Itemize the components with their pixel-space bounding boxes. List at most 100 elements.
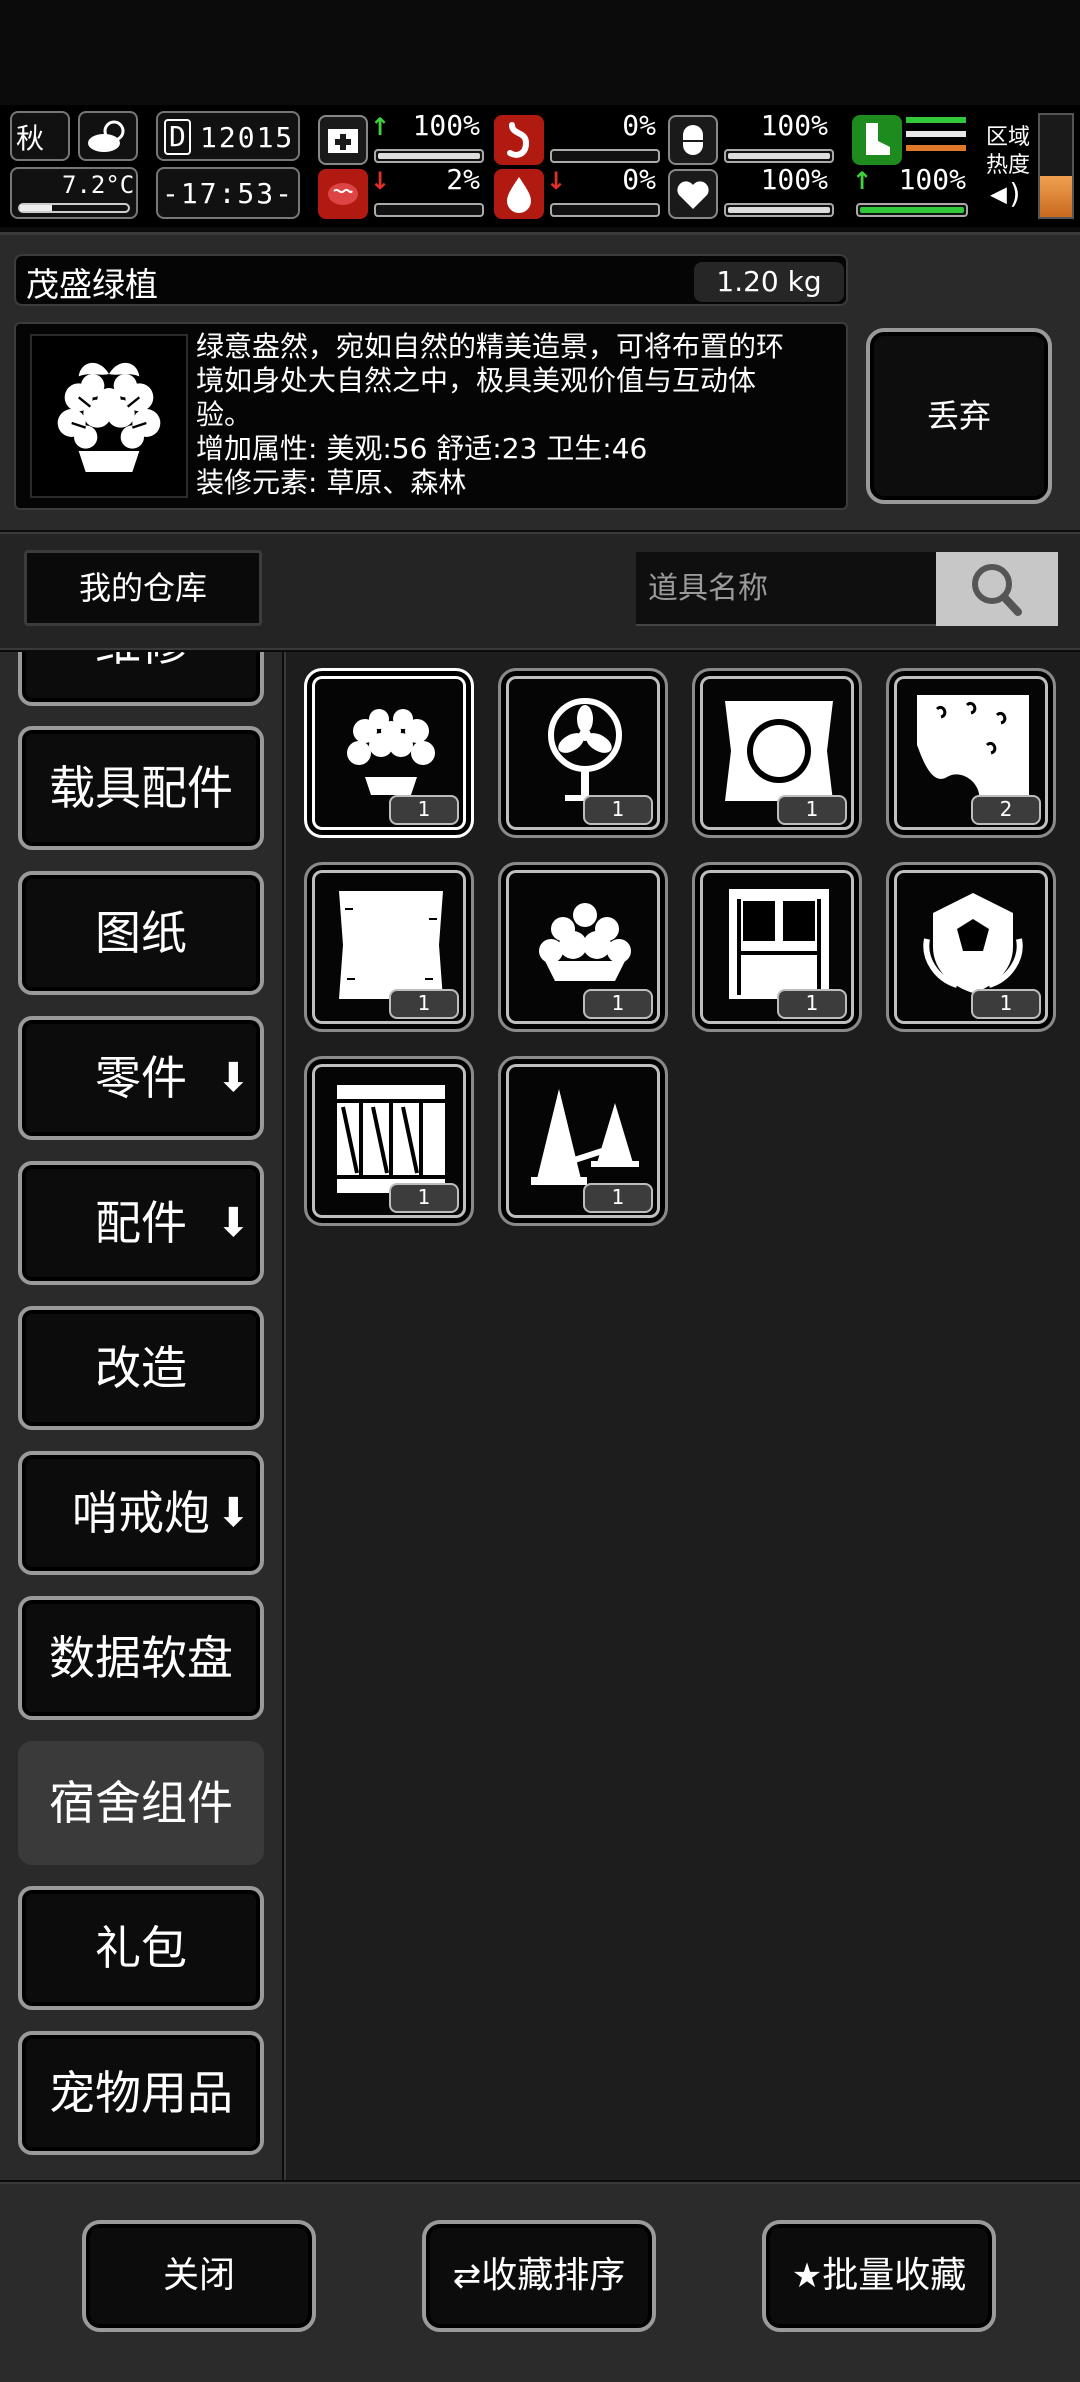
category-label: 哨戒炮: [72, 1486, 210, 1540]
stat-health-bar: [374, 149, 484, 163]
inventory-grid: 1 1 1 2 1 1 1 1 1 1: [284, 652, 1080, 2180]
close-button[interactable]: 关闭: [82, 2220, 316, 2332]
category-label: 配件: [95, 1196, 187, 1250]
category-vehicle-parts[interactable]: 载具配件: [18, 726, 264, 850]
inventory-slot[interactable]: 1: [498, 862, 668, 1032]
item-quantity: 1: [389, 1183, 459, 1213]
item-description-line: 境如身处大自然之中，极具美观价值与互动体: [196, 364, 757, 397]
category-repair[interactable]: 维修: [18, 652, 264, 706]
category-dorm-components[interactable]: 宿舍组件: [18, 1741, 264, 1865]
stat-mental-value: 2%: [446, 163, 480, 196]
item-description: 绿意盎然，宛如自然的精美造景，可将布置的环 境如身处大自然之中，极具美观价值与互…: [196, 330, 836, 500]
category-label: 维修: [95, 652, 187, 671]
category-label: 零件: [95, 1051, 187, 1105]
arrow-down-icon: ⬇: [216, 1490, 250, 1536]
category-accessories[interactable]: 配件 ⬇: [18, 1161, 264, 1285]
item-search-input[interactable]: [636, 552, 936, 626]
close-label: 关闭: [162, 2255, 235, 2296]
inventory-slot[interactable]: 1: [498, 1056, 668, 1226]
stat-mental-bar: [374, 203, 484, 217]
item-quantity: 1: [777, 989, 847, 1019]
item-weight: 1.20 kg: [694, 262, 844, 302]
stat-hunger-bar: [550, 149, 660, 163]
category-label: 宠物用品: [49, 2066, 233, 2120]
inventory-slot[interactable]: 1: [692, 668, 862, 838]
category-components[interactable]: 零件 ⬇: [18, 1016, 264, 1140]
clock: -17:53-: [156, 167, 300, 219]
arrow-down-icon: ⬇: [216, 1200, 250, 1246]
item-description-line: 绿意盎然，宛如自然的精美造景，可将布置的环: [196, 330, 785, 363]
category-blueprints[interactable]: 图纸: [18, 871, 264, 995]
item-quantity: 1: [583, 795, 653, 825]
stat-mood-value: 100%: [760, 163, 828, 196]
inventory-slot[interactable]: 1: [304, 862, 474, 1032]
star-icon: ★: [791, 2256, 823, 2296]
potted-plant-icon: [30, 334, 188, 498]
season-label: 秋: [16, 122, 45, 155]
stat-thirst-bar: [724, 149, 834, 163]
inventory-slot[interactable]: 2: [886, 668, 1056, 838]
inventory-slot[interactable]: 1: [886, 862, 1056, 1032]
temperature-gauge: 7.2°C: [10, 167, 138, 219]
category-gift-pack[interactable]: 礼包: [18, 1886, 264, 2010]
search-icon: [972, 564, 1022, 616]
sort-arrows-icon: ⇄: [452, 2256, 482, 2296]
brain-icon: [318, 169, 368, 219]
category-label: 宿舍组件: [49, 1776, 233, 1830]
speaker-icon[interactable]: ◀): [990, 177, 1024, 210]
inventory-slot[interactable]: 1: [498, 668, 668, 838]
category-sentry-gun[interactable]: 哨戒炮 ⬇: [18, 1451, 264, 1575]
category-label: 礼包: [95, 1921, 187, 1975]
item-decor-elements: 装修元素: 草原、森林: [196, 466, 467, 499]
pill-icon: [668, 115, 718, 165]
category-label: 改造: [95, 1341, 187, 1395]
item-quantity: 1: [389, 795, 459, 825]
stat-blood-value: 0%: [622, 163, 656, 196]
item-quantity: 1: [777, 795, 847, 825]
heart-icon: [668, 169, 718, 219]
category-label: 载具配件: [49, 761, 233, 815]
item-quantity: 1: [971, 989, 1041, 1019]
stomach-icon: [494, 115, 544, 165]
category-label: 图纸: [95, 906, 187, 960]
item-description-line: 验。: [196, 398, 253, 431]
status-hud: 秋 7.2°C D 12015 -17:53- ↑ 100% 0% 100% ↓…: [0, 105, 1080, 227]
sort-favorites-button[interactable]: ⇄收藏排序: [422, 2220, 656, 2332]
item-quantity: 1: [389, 989, 459, 1019]
item-quantity: 1: [583, 1183, 653, 1213]
stat-stamina-value: 100%: [898, 163, 966, 196]
category-label: 数据软盘: [49, 1631, 233, 1685]
boot-icon: [852, 115, 902, 165]
category-sidebar[interactable]: 维修 载具配件 图纸 零件⬇ 配件⬇ 改造 哨戒炮⬇ 数据软盘 宿舍组件 礼包 …: [0, 652, 282, 2180]
batch-favorite-button[interactable]: ★批量收藏: [762, 2220, 996, 2332]
temperature-value: 7.2°C: [62, 171, 135, 199]
blood-drop-icon: [494, 169, 544, 219]
category-modification[interactable]: 改造: [18, 1306, 264, 1430]
day-prefix: D: [164, 119, 191, 155]
inventory-slot[interactable]: 1: [304, 1056, 474, 1226]
inventory-slot[interactable]: 1: [692, 862, 862, 1032]
stat-hunger-value: 0%: [622, 109, 656, 142]
weather-icon: [78, 111, 138, 161]
stat-mood-bar: [724, 203, 834, 217]
discard-button[interactable]: 丢弃: [866, 328, 1052, 504]
item-quantity: 2: [971, 795, 1041, 825]
arrow-down-icon: ⬇: [216, 1055, 250, 1101]
clock-value: -17:53-: [162, 177, 295, 210]
inventory-slot[interactable]: 1: [304, 668, 474, 838]
sort-favorites-label: 收藏排序: [481, 2255, 626, 2296]
stat-thirst-value: 100%: [760, 109, 828, 142]
stat-blood-bar: [550, 203, 660, 217]
day-value: 12015: [200, 121, 295, 154]
category-pet-supplies[interactable]: 宠物用品: [18, 2031, 264, 2155]
item-attributes: 增加属性: 美观:56 舒适:23 卫生:46: [196, 432, 648, 465]
item-quantity: 1: [583, 989, 653, 1019]
my-warehouse-button[interactable]: 我的仓库: [24, 550, 262, 626]
search-button[interactable]: [936, 552, 1058, 626]
heat-meter: [1038, 113, 1074, 219]
season-badge: 秋: [10, 111, 70, 161]
category-data-disk[interactable]: 数据软盘: [18, 1596, 264, 1720]
stat-health-value: 100%: [412, 109, 480, 142]
medkit-icon: [318, 115, 368, 165]
batch-favorite-label: 批量收藏: [822, 2255, 967, 2296]
